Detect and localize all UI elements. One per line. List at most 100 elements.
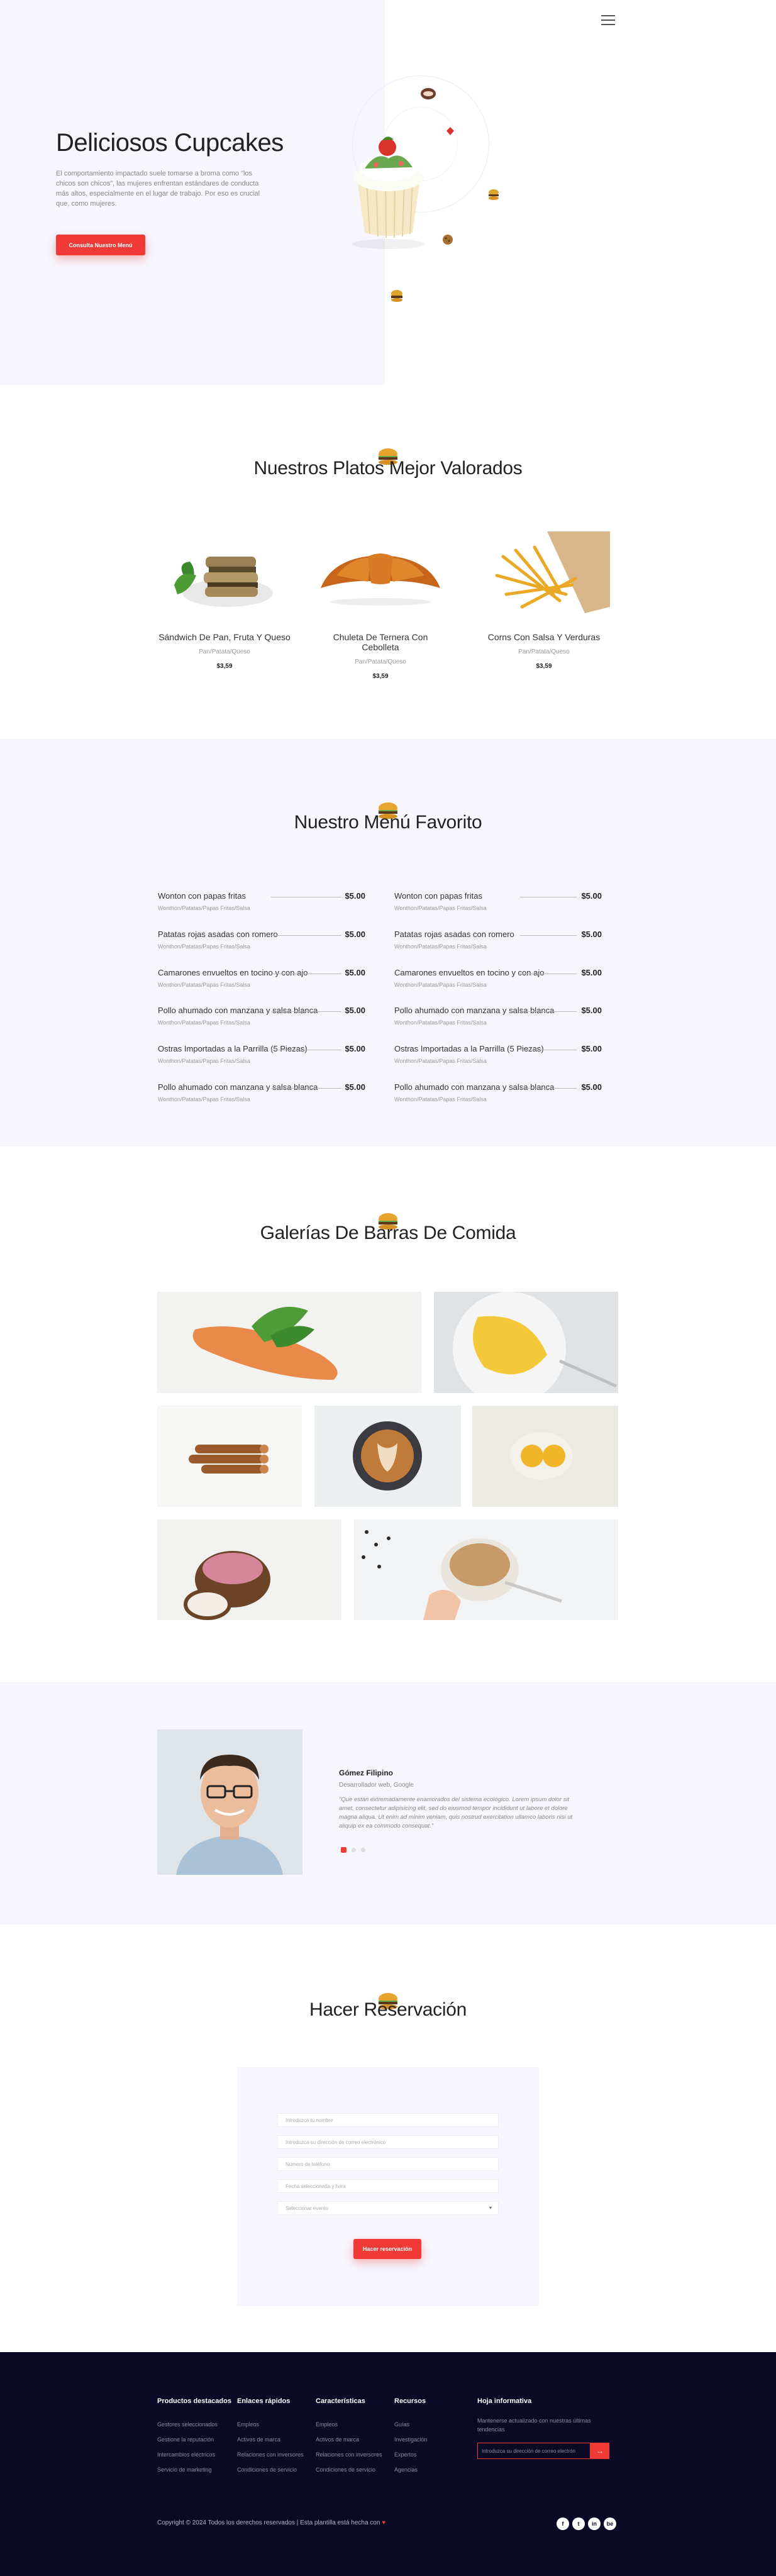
footer-column-title: Recursos xyxy=(394,2397,426,2405)
menu-item-divider xyxy=(271,1011,341,1012)
testimonial-photo xyxy=(157,1729,302,1875)
footer-column-title: Características xyxy=(316,2397,365,2405)
menu-item-price: $5.00 xyxy=(345,968,365,977)
menu-item[interactable]: Ostras Importadas a la Parrilla (5 Pieza… xyxy=(394,1044,602,1075)
newsletter-column: Hoja informativa Mantenerse actualizado … xyxy=(477,2397,609,2459)
menu-item-price: $5.00 xyxy=(581,1044,602,1053)
dish-card[interactable]: Chuleta De Ternera Con Cebolleta Pan/Pat… xyxy=(314,531,446,680)
footer-link[interactable]: Intercambios eléctricos xyxy=(157,2451,231,2458)
menu-item-name: Wonton con papas fritas xyxy=(394,891,482,901)
menu-item[interactable]: Patatas rojas asadas con romero $5.00 Wont… xyxy=(158,930,365,961)
carousel-dots xyxy=(341,1847,365,1853)
gallery-image-granola-bowl[interactable] xyxy=(354,1519,618,1620)
event-select-value: Seleccionar evento xyxy=(285,2205,329,2211)
footer-link[interactable]: Empleos xyxy=(237,2421,304,2428)
footer-link[interactable]: Empleos xyxy=(316,2421,382,2428)
gallery-image-coconut-bowl[interactable] xyxy=(157,1519,341,1620)
footer-link[interactable]: Guías xyxy=(394,2421,428,2428)
newsletter-text: Mantenerse actualizado con nuestras últi… xyxy=(477,2418,591,2433)
arrow-right-icon[interactable]: → xyxy=(590,2443,609,2459)
dish-price: $3,59 xyxy=(216,663,233,670)
footer-column-title: Enlaces rápidos xyxy=(237,2397,291,2405)
menu-item[interactable]: Pollo ahumado con manzana y salsa blanca… xyxy=(394,1006,602,1037)
footer-link[interactable]: Agencias xyxy=(394,2467,428,2473)
footer-link[interactable]: Expertos xyxy=(394,2451,428,2458)
footer-link[interactable]: Activos de marca xyxy=(316,2436,382,2443)
menu-item-name: Patatas rojas asadas con romero xyxy=(394,930,514,939)
gallery-image-coffee[interactable] xyxy=(314,1406,461,1507)
menu-item-price: $5.00 xyxy=(345,1082,365,1092)
footer-link[interactable]: Gestione la reputación xyxy=(157,2436,231,2443)
testimonial-name: Gómez Filipino xyxy=(339,1768,393,1777)
croissant-image xyxy=(321,553,440,606)
copyright: Copyright © 2024 Todos los derechos rese… xyxy=(157,2519,385,2526)
footer-link[interactable]: Investigación xyxy=(394,2436,428,2443)
hero-description: El comportamiento impactado suele tomars… xyxy=(56,170,260,208)
menu-item-ingredients: Wonthon/Patatas/Papas Fritas/Salsa xyxy=(158,943,250,950)
menu-item[interactable]: Pollo ahumado con manzana y salsa blanca… xyxy=(158,1082,365,1114)
menu-item-divider xyxy=(271,1088,341,1089)
carousel-dot[interactable] xyxy=(361,1848,365,1852)
event-select[interactable]: Seleccionar evento ▾ xyxy=(277,2201,499,2215)
menu-item-divider xyxy=(520,935,577,936)
footer-link[interactable]: Condiciones de servicio xyxy=(237,2467,304,2473)
footer-link[interactable]: Gestores seleccionados xyxy=(157,2421,231,2428)
menu-item-ingredients: Wonthon/Patatas/Papas Fritas/Salsa xyxy=(394,1019,487,1026)
menu-item-price: $5.00 xyxy=(345,1044,365,1053)
behance-icon[interactable]: be xyxy=(604,2518,616,2530)
menu-item[interactable]: Patatas rojas asadas con romero $5.00 Wont… xyxy=(394,930,602,961)
menu-item[interactable]: Pollo ahumado con manzana y salsa blanca… xyxy=(394,1082,602,1114)
menu-item[interactable]: Wonton con papas fritas $5.00 Wonthon/Pata… xyxy=(394,891,602,923)
dish-name: Chuleta De Ternera Con Cebolleta xyxy=(333,632,428,652)
menu-item[interactable]: Camarones envueltos en tocino y con ajo $… xyxy=(394,968,602,999)
name-input[interactable]: Introduzca tu nombre xyxy=(277,2113,499,2127)
menu-item-name: Pollo ahumado con manzana y salsa blanca xyxy=(158,1006,318,1015)
carousel-dot-active[interactable] xyxy=(341,1847,346,1853)
gallery-image-pastry-rolls[interactable] xyxy=(157,1406,302,1507)
dish-card[interactable]: Sándwich De Pan, Fruta Y Queso Pan/Patat… xyxy=(158,531,291,670)
footer-link[interactable]: Condiciones de servicio xyxy=(316,2467,382,2473)
gallery-image-salmon[interactable] xyxy=(157,1292,421,1393)
newsletter-email-input[interactable]: Introduzca su dirección de correo electr… xyxy=(477,2443,590,2459)
footer-link[interactable]: Relaciones con inversores xyxy=(237,2451,304,2458)
testimonial-section: Gómez Filipino Desarrollador web, Google… xyxy=(0,1682,776,1924)
menu-item-price: $5.00 xyxy=(345,891,365,901)
menu-item[interactable]: Wonton con papas fritas $5.00 Wonthon/Pata… xyxy=(158,891,365,923)
reserve-button[interactable]: Hacer reservación xyxy=(353,2239,421,2259)
small-burger-icon xyxy=(489,189,499,200)
menu-item[interactable]: Ostras Importadas a la Parrilla (5 Pieza… xyxy=(158,1044,365,1075)
dish-card[interactable]: Corns Con Salsa Y Verduras Pan/Patata/Qu… xyxy=(478,531,610,670)
carousel-dot[interactable] xyxy=(352,1848,356,1852)
gallery-image-omelette[interactable] xyxy=(434,1292,618,1393)
footer-link[interactable]: Relaciones con inversores xyxy=(316,2451,382,2458)
facebook-icon[interactable]: f xyxy=(557,2518,569,2530)
menu-item-price: $5.00 xyxy=(581,1006,602,1015)
twitter-icon[interactable]: t xyxy=(572,2518,585,2530)
datetime-input[interactable]: Fecha seleccionada y hora xyxy=(277,2179,499,2193)
menu-item-price: $5.00 xyxy=(345,930,365,939)
footer-link[interactable]: Activos de marca xyxy=(237,2436,304,2443)
menu-item-name: Ostras Importadas a la Parrilla (5 Pieza… xyxy=(394,1044,544,1053)
cookie-icon xyxy=(443,235,453,245)
newsletter-title: Hoja informativa xyxy=(477,2397,532,2405)
section-title: Galerías De Barras De Comida xyxy=(260,1223,516,1243)
footer-link[interactable]: Servicio de marketing xyxy=(157,2467,231,2473)
menu-item-ingredients: Wonthon/Patatas/Papas Fritas/Salsa xyxy=(158,905,250,911)
cupcake-image xyxy=(352,136,425,249)
view-menu-button[interactable]: Consulta Nuestro Menú xyxy=(56,235,145,255)
menu-item-divider xyxy=(520,1088,577,1089)
reservation-form: Introduzca tu nombre Introduzca su direc… xyxy=(237,2067,539,2306)
hamburger-menu-icon[interactable] xyxy=(601,15,615,26)
email-input[interactable]: Introduzca su dirección de correo electr… xyxy=(277,2135,499,2149)
menu-item-ingredients: Wonthon/Patatas/Papas Fritas/Salsa xyxy=(158,1019,250,1026)
phone-input[interactable]: Número de teléfono xyxy=(277,2157,499,2171)
menu-item[interactable]: Pollo ahumado con manzana y salsa blanca… xyxy=(158,1006,365,1037)
dish-price: $3,59 xyxy=(536,663,552,670)
menu-item[interactable]: Camarones envueltos en tocino y con ajo $… xyxy=(158,968,365,999)
dish-price: $3,59 xyxy=(372,673,389,680)
linkedin-icon[interactable]: in xyxy=(588,2518,601,2530)
menu-item-ingredients: Wonthon/Patatas/Papas Fritas/Salsa xyxy=(394,905,487,911)
section-title: Nuestro Menú Favorito xyxy=(294,812,482,833)
gallery-image-eggs[interactable] xyxy=(472,1406,618,1507)
dish-name: Corns Con Salsa Y Verduras xyxy=(487,632,601,642)
